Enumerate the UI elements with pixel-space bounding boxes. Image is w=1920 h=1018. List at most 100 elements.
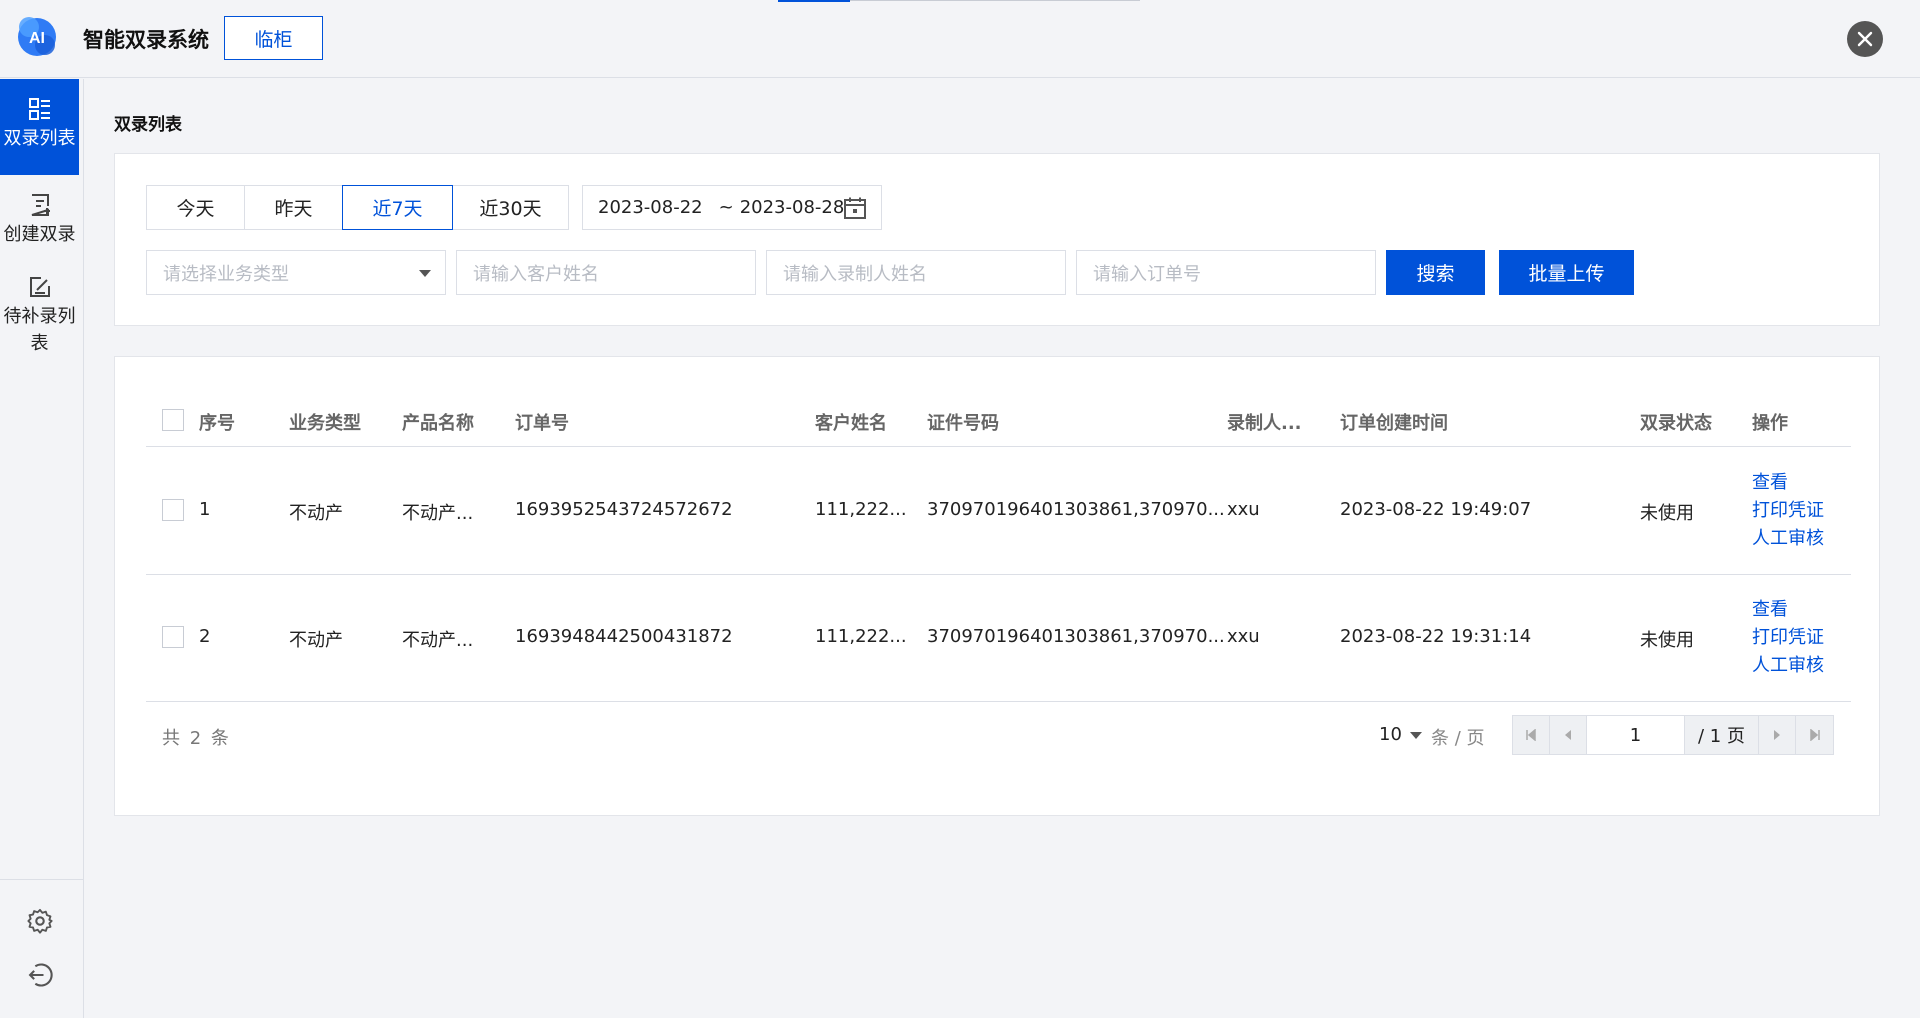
customer-name-placeholder: 请输入客户姓名 xyxy=(473,263,599,285)
top-divider xyxy=(850,0,1140,1)
pagination: 1 / 1 页 xyxy=(1512,715,1834,755)
recorder-name-input[interactable]: 请输入录制人姓名 xyxy=(766,250,1066,295)
filter-panel: 今天 昨天 近7天 近30天 2023-08-22 ~ 2023-08-28 请… xyxy=(114,153,1880,326)
table-row: 1 不动产 不动产... 1693952543724572672 111,222… xyxy=(146,448,1851,575)
app-logo-icon: AI xyxy=(14,14,60,60)
date-quick-tabs: 今天 昨天 近7天 近30天 xyxy=(146,185,569,230)
cell-order-no: 1693952543724572672 xyxy=(515,499,733,520)
sidebar-item-label: 双录列表 xyxy=(3,128,76,149)
sidebar-item-record-list[interactable]: 双录列表 xyxy=(0,79,79,175)
prev-page-button[interactable] xyxy=(1550,716,1587,754)
mode-button[interactable]: 临柜 xyxy=(224,16,323,60)
header-created-time: 订单创建时间 xyxy=(1340,413,1448,434)
top-tab-indicator xyxy=(778,0,850,2)
list-grid-icon xyxy=(28,98,50,120)
cell-customer-name: 111,222... xyxy=(815,626,907,647)
settings-button[interactable] xyxy=(26,907,56,937)
sidebar-item-pending-list[interactable]: 待补录列表 xyxy=(0,275,79,365)
total-count: 共 2 条 xyxy=(162,728,231,749)
cell-id-number: 370970196401303861,370970... xyxy=(927,499,1225,520)
sidebar-item-label: 创建双录 xyxy=(3,224,76,245)
sidebar-item-create-record[interactable]: 创建双录 xyxy=(0,193,79,253)
cell-status: 未使用 xyxy=(1640,503,1694,524)
row-actions: 查看 打印凭证 人工审核 xyxy=(1752,596,1824,680)
cell-order-no: 1693948442500431872 xyxy=(515,626,733,647)
tab-yesterday[interactable]: 昨天 xyxy=(244,185,343,230)
manual-review-link[interactable]: 人工审核 xyxy=(1752,652,1824,680)
business-type-select[interactable]: 请选择业务类型 xyxy=(146,250,446,295)
settings-icon xyxy=(27,908,53,934)
header-seq: 序号 xyxy=(199,413,235,434)
page-title: 双录列表 xyxy=(114,115,182,135)
next-page-button[interactable] xyxy=(1759,716,1796,754)
batch-upload-button[interactable]: 批量上传 xyxy=(1499,250,1634,295)
cell-business-type: 不动产 xyxy=(289,503,343,524)
cell-business-type: 不动产 xyxy=(289,630,343,651)
view-link[interactable]: 查看 xyxy=(1752,596,1824,624)
first-page-icon xyxy=(1526,729,1536,741)
table-header: 序号 业务类型 产品名称 订单号 客户姓名 证件号码 录制人... 订单创建时间… xyxy=(146,393,1851,447)
first-page-button[interactable] xyxy=(1513,716,1550,754)
page-number-input[interactable]: 1 xyxy=(1587,716,1685,754)
header-product-name: 产品名称 xyxy=(402,413,474,434)
tab-last-7-days[interactable]: 近7天 xyxy=(342,185,453,230)
cell-product-name: 不动产... xyxy=(402,503,474,524)
row-actions: 查看 打印凭证 人工审核 xyxy=(1752,469,1824,553)
print-voucher-link[interactable]: 打印凭证 xyxy=(1752,624,1824,652)
cell-created-time: 2023-08-22 19:31:14 xyxy=(1340,626,1532,647)
print-voucher-link[interactable]: 打印凭证 xyxy=(1752,497,1824,525)
row-checkbox[interactable] xyxy=(162,499,184,521)
create-form-icon xyxy=(31,194,50,216)
cell-created-time: 2023-08-22 19:49:07 xyxy=(1340,499,1532,520)
cell-recorder: xxu xyxy=(1227,499,1260,520)
close-icon xyxy=(1857,31,1873,47)
chevron-down-icon xyxy=(419,270,431,277)
logo-text: AI xyxy=(29,30,45,47)
cell-id-number: 370970196401303861,370970... xyxy=(927,626,1225,647)
chevron-down-icon xyxy=(1409,731,1422,739)
date-separator: ~ xyxy=(718,197,734,218)
edit-square-icon xyxy=(29,277,50,297)
header-business-type: 业务类型 xyxy=(289,413,361,434)
page-size-value: 10 xyxy=(1379,724,1402,745)
date-end: 2023-08-28 xyxy=(739,197,845,218)
sidebar: 双录列表 创建双录 待补录列表 xyxy=(0,79,84,1018)
total-pages: / 1 页 xyxy=(1685,716,1759,754)
header-order-no: 订单号 xyxy=(515,413,569,434)
customer-name-input[interactable]: 请输入客户姓名 xyxy=(456,250,756,295)
cell-recorder: xxu xyxy=(1227,626,1260,647)
select-all-checkbox[interactable] xyxy=(162,409,184,431)
cell-customer-name: 111,222... xyxy=(815,499,907,520)
view-link[interactable]: 查看 xyxy=(1752,469,1824,497)
logout-icon xyxy=(28,963,53,987)
page-size-select[interactable]: 10 xyxy=(1379,724,1422,745)
sidebar-item-label: 待补录列表 xyxy=(3,306,76,354)
tab-today[interactable]: 今天 xyxy=(146,185,245,230)
header-recorder: 录制人... xyxy=(1227,413,1302,434)
header-id-number: 证件号码 xyxy=(927,413,999,434)
order-number-placeholder: 请输入订单号 xyxy=(1093,263,1201,285)
search-button[interactable]: 搜索 xyxy=(1386,250,1485,295)
header-customer-name: 客户姓名 xyxy=(815,413,887,434)
close-button[interactable] xyxy=(1847,21,1883,57)
logout-button[interactable] xyxy=(26,961,56,991)
manual-review-link[interactable]: 人工审核 xyxy=(1752,525,1824,553)
sidebar-divider xyxy=(0,879,84,880)
table-row: 2 不动产 不动产... 1693948442500431872 111,222… xyxy=(146,575,1851,702)
last-page-button[interactable] xyxy=(1796,716,1833,754)
app-header: AI 智能双录系统 临柜 xyxy=(0,0,1920,78)
next-page-icon xyxy=(1774,730,1780,740)
cell-product-name: 不动产... xyxy=(402,630,474,651)
tab-last-30-days[interactable]: 近30天 xyxy=(452,185,569,230)
cell-seq: 2 xyxy=(199,626,211,647)
date-range-picker[interactable]: 2023-08-22 ~ 2023-08-28 xyxy=(582,185,882,230)
business-type-placeholder: 请选择业务类型 xyxy=(163,263,289,285)
cell-seq: 1 xyxy=(199,499,211,520)
record-table-panel: 序号 业务类型 产品名称 订单号 客户姓名 证件号码 录制人... 订单创建时间… xyxy=(114,356,1880,816)
recorder-name-placeholder: 请输入录制人姓名 xyxy=(783,263,927,285)
row-checkbox[interactable] xyxy=(162,626,184,648)
cell-status: 未使用 xyxy=(1640,630,1694,651)
order-number-input[interactable]: 请输入订单号 xyxy=(1076,250,1376,295)
last-page-icon xyxy=(1809,729,1820,741)
prev-page-icon xyxy=(1565,730,1571,740)
